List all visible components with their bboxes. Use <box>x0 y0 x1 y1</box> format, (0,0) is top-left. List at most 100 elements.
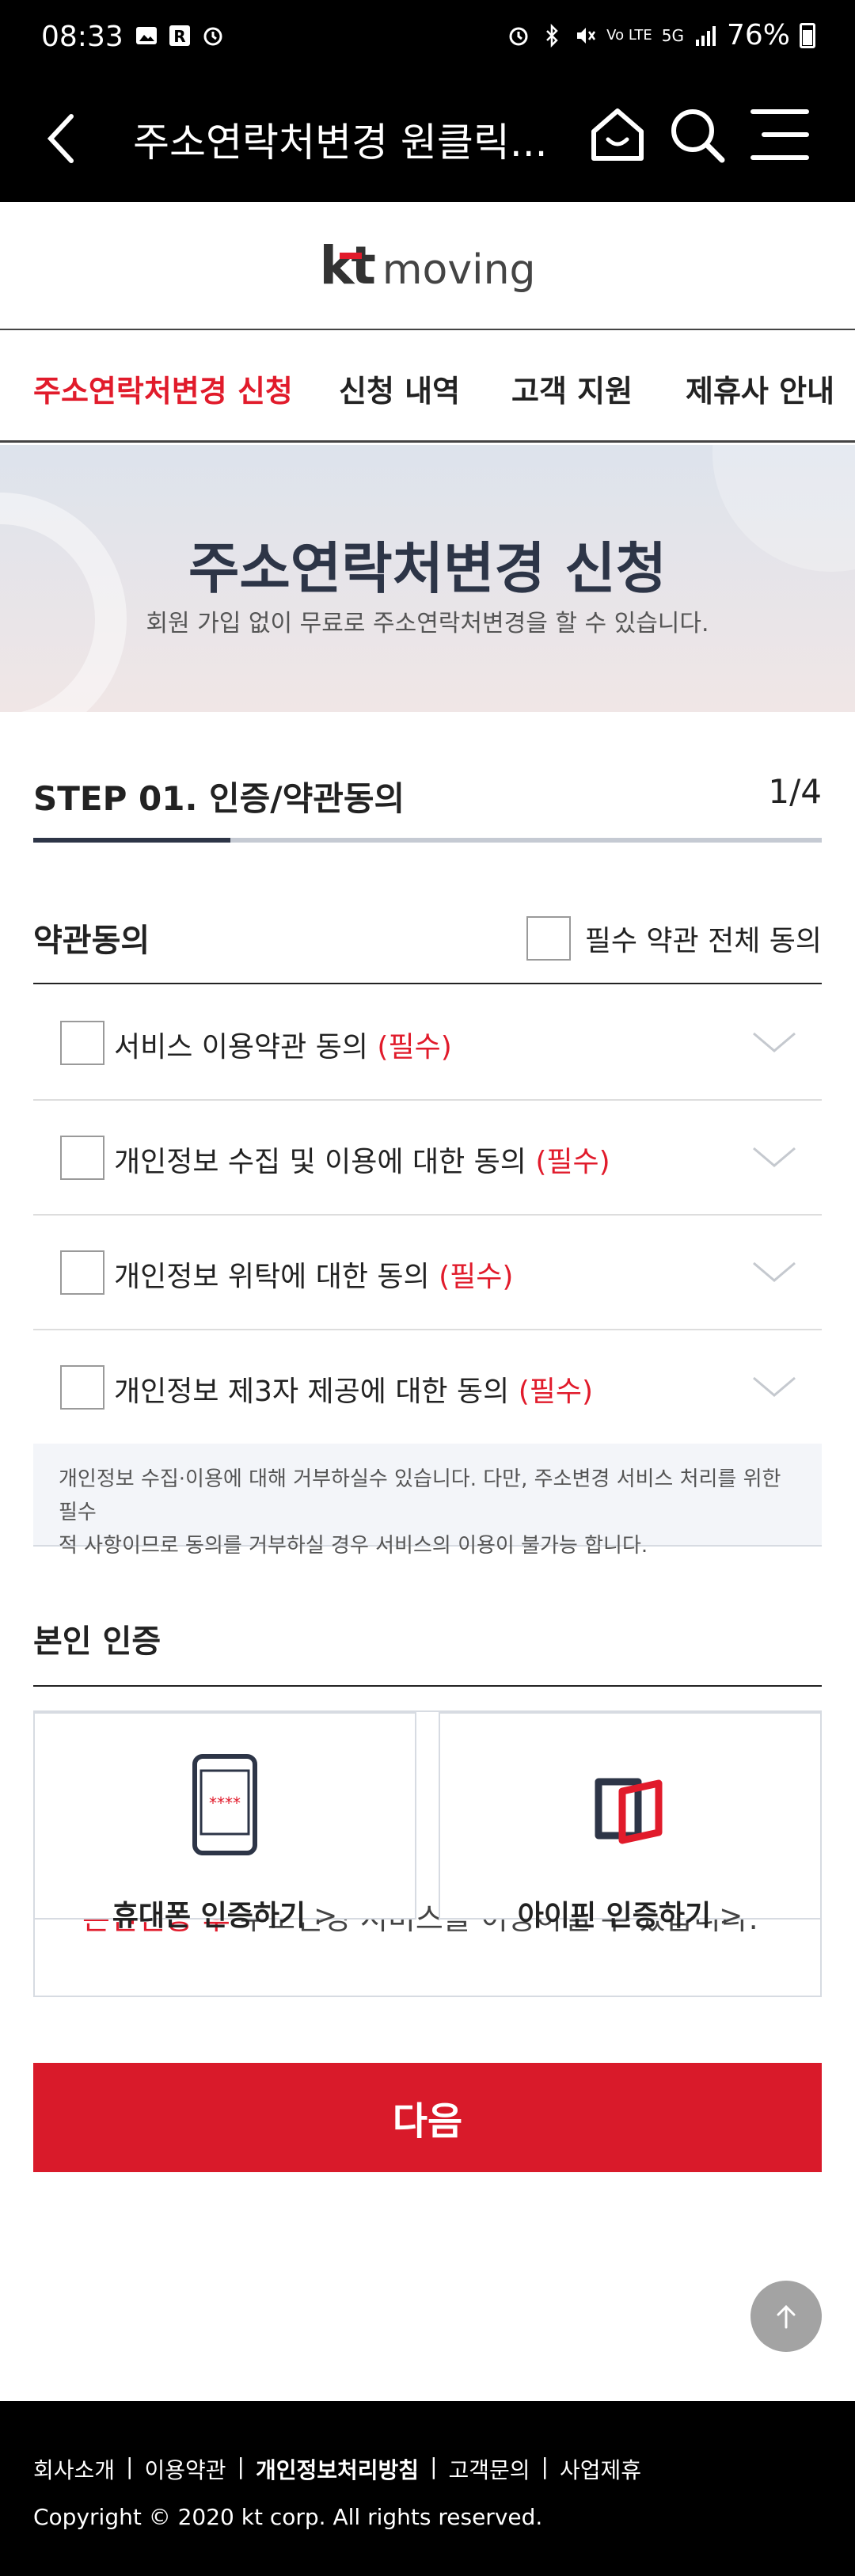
footer: 회사소개 | 이용약관 | 개인정보처리방침 | 고객문의 | 사업제휴 Copyrig… <box>0 2401 855 2576</box>
chevron-down-icon[interactable] <box>750 1142 798 1174</box>
agree-all-label: 필수 약관 전체 동의 <box>584 925 822 957</box>
term-label: 서비스 이용약관 동의 (필수) <box>114 1024 452 1065</box>
term-text: 개인정보 위탁에 대한 동의 <box>114 1261 430 1293</box>
tab-partners[interactable]: 제휴사 안내 <box>686 367 834 410</box>
term-item[interactable]: 개인정보 제3자 제공에 대한 동의 (필수) <box>33 1330 822 1445</box>
identity-header: 본인 인증 <box>33 1615 822 1687</box>
search-icon[interactable] <box>665 103 728 166</box>
next-button[interactable]: 다음 <box>33 2063 822 2172</box>
term-item[interactable]: 개인정보 수집 및 이용에 대한 동의 (필수) <box>33 1101 822 1216</box>
system-icons: Vo LTE 5G 76% <box>507 19 815 51</box>
scroll-top-button[interactable] <box>750 2281 822 2352</box>
battery-percent: 76% <box>726 19 790 51</box>
tab-history[interactable]: 신청 내역 <box>339 367 460 410</box>
page-title: 주소연락처변경 원클릭... <box>133 120 548 166</box>
arrow-up-icon <box>777 2304 796 2329</box>
phone-verify-label: 휴대폰 인증하기 > <box>35 1893 415 1934</box>
checkbox-icon[interactable] <box>60 1365 104 1410</box>
identity-title: 본인 인증 <box>33 1623 162 1660</box>
term-text: 개인정보 수집 및 이용에 대한 동의 <box>114 1146 526 1178</box>
kt-moving-logo[interactable]: kt moving <box>319 235 535 296</box>
footer-links: 회사소개 | 이용약관 | 개인정보처리방침 | 고객문의 | 사업제휴 <box>33 2453 641 2485</box>
footer-separator: | <box>541 2453 549 2479</box>
logo-header: kt moving <box>0 202 855 330</box>
tab-support[interactable]: 고객 지원 <box>511 367 633 410</box>
chevron-right-icon: > <box>314 1900 338 1932</box>
term-item[interactable]: 개인정보 위탁에 대한 동의 (필수) <box>33 1216 822 1330</box>
identity-options: 본인인증 후 주소변경 서비스를 이용하실 수 있습니다. **** 휴대폰 인… <box>33 1710 822 1997</box>
term-label: 개인정보 위탁에 대한 동의 (필수) <box>114 1254 513 1295</box>
app-bar: 주소연락처변경 원클릭... <box>0 79 855 202</box>
logo-kt: kt <box>319 234 375 296</box>
chevron-down-icon[interactable] <box>750 1257 798 1288</box>
svg-text:R: R <box>173 27 185 46</box>
hero-subtitle: 회원 가입 없이 무료로 주소연락처변경을 할 수 있습니다. <box>146 610 709 637</box>
footer-link-partnership[interactable]: 사업제휴 <box>560 2453 641 2485</box>
ipin-icon <box>595 1778 663 1844</box>
chevron-down-icon[interactable] <box>750 1372 798 1403</box>
hero-banner: 주소연락처변경 신청 회원 가입 없이 무료로 주소연락처변경을 할 수 있습니… <box>0 445 855 712</box>
ipin-verify-button[interactable]: 아이핀 인증하기 > <box>439 1712 820 1932</box>
agree-all-checkbox[interactable]: 필수 약관 전체 동의 <box>526 916 822 961</box>
term-item[interactable]: 서비스 이용약관 동의 (필수) <box>33 986 822 1101</box>
logo-moving: moving <box>382 245 536 294</box>
hero-title: 주소연락처변경 신청 <box>188 536 667 601</box>
footer-link-terms[interactable]: 이용약관 <box>144 2453 226 2485</box>
term-label: 개인정보 수집 및 이용에 대한 동의 (필수) <box>114 1139 610 1180</box>
phone-verify-button[interactable]: **** 휴대폰 인증하기 > <box>35 1712 416 1932</box>
terms-header: 약관동의 필수 약관 전체 동의 <box>33 915 822 984</box>
footer-link-contact[interactable]: 고객문의 <box>449 2453 530 2485</box>
status-bar: 08:33 R Vo LTE 5G 76% <box>0 0 855 79</box>
tab-address-change[interactable]: 주소연락처변경 신청 <box>33 367 293 410</box>
chevron-right-icon: > <box>719 1900 743 1932</box>
alarm-icon <box>509 27 528 45</box>
footer-separator: | <box>430 2453 438 2479</box>
checkbox-icon[interactable] <box>60 1136 104 1180</box>
home-icon[interactable] <box>586 103 649 166</box>
checkbox-icon[interactable] <box>60 1250 104 1295</box>
signal-icon <box>695 25 716 46</box>
volte-label: Vo LTE <box>606 27 652 44</box>
checkbox-icon[interactable] <box>60 1021 104 1065</box>
footer-link-about[interactable]: 회사소개 <box>33 2453 115 2485</box>
step-count: 1/4 <box>768 772 822 811</box>
footer-separator: | <box>126 2453 134 2479</box>
notice-line: 적 사항이므로 동의를 거부하실 경우 서비스의 이용이 불가능 합니다. <box>59 1534 648 1558</box>
notice-line: 개인정보 수집·이용에 대해 거부하실수 있습니다. 다만, 주소변경 서비스 … <box>59 1467 781 1524</box>
battery-icon <box>800 22 815 48</box>
footer-link-privacy[interactable]: 개인정보처리방침 <box>256 2453 419 2485</box>
status-time: 08:33 <box>41 21 124 53</box>
term-text: 개인정보 제3자 제공에 대한 동의 <box>114 1376 510 1408</box>
checkbox-icon[interactable] <box>526 916 571 961</box>
step-label: STEP 01. 인증/약관동의 <box>33 779 405 818</box>
bluetooth-icon <box>546 23 558 48</box>
ipin-verify-text: 아이핀 인증하기 <box>517 1900 712 1932</box>
required-tag: (필수) <box>535 1146 610 1178</box>
network-label: 5G <box>661 25 684 45</box>
step-progress-bar <box>33 838 822 843</box>
phone-icon: **** <box>192 1754 257 1855</box>
notification-icons: R <box>135 24 225 48</box>
required-tag: (필수) <box>439 1261 514 1293</box>
terms-notice: 개인정보 수집·이용에 대해 거부하실수 있습니다. 다만, 주소변경 서비스 … <box>33 1444 822 1558</box>
terms-title: 약관동의 <box>33 923 150 959</box>
image-icon <box>136 27 157 44</box>
back-arrow-icon[interactable] <box>40 107 87 170</box>
chevron-down-icon[interactable] <box>750 1027 798 1059</box>
footer-separator: | <box>237 2453 245 2479</box>
term-label: 개인정보 제3자 제공에 대한 동의 (필수) <box>114 1368 593 1410</box>
step-indicator: STEP 01. 인증/약관동의 1/4 <box>33 772 822 820</box>
required-tag: (필수) <box>518 1376 594 1408</box>
step-progress-fill <box>33 838 230 843</box>
term-text: 서비스 이용약관 동의 <box>114 1031 368 1064</box>
main-nav: 주소연락처변경 신청 신청 내역 고객 지원 제휴사 안내 <box>0 332 855 443</box>
r-app-icon: R <box>169 25 190 46</box>
mute-icon <box>577 27 596 44</box>
copyright: Copyright © 2020 kt corp. All rights res… <box>33 2504 543 2530</box>
required-tag: (필수) <box>377 1031 452 1064</box>
ipin-verify-label: 아이핀 인증하기 > <box>440 1893 820 1934</box>
svg-text:****: **** <box>209 1794 241 1813</box>
phone-verify-text: 휴대폰 인증하기 <box>112 1900 306 1932</box>
menu-icon[interactable] <box>748 107 811 162</box>
alarm-icon <box>203 27 222 46</box>
